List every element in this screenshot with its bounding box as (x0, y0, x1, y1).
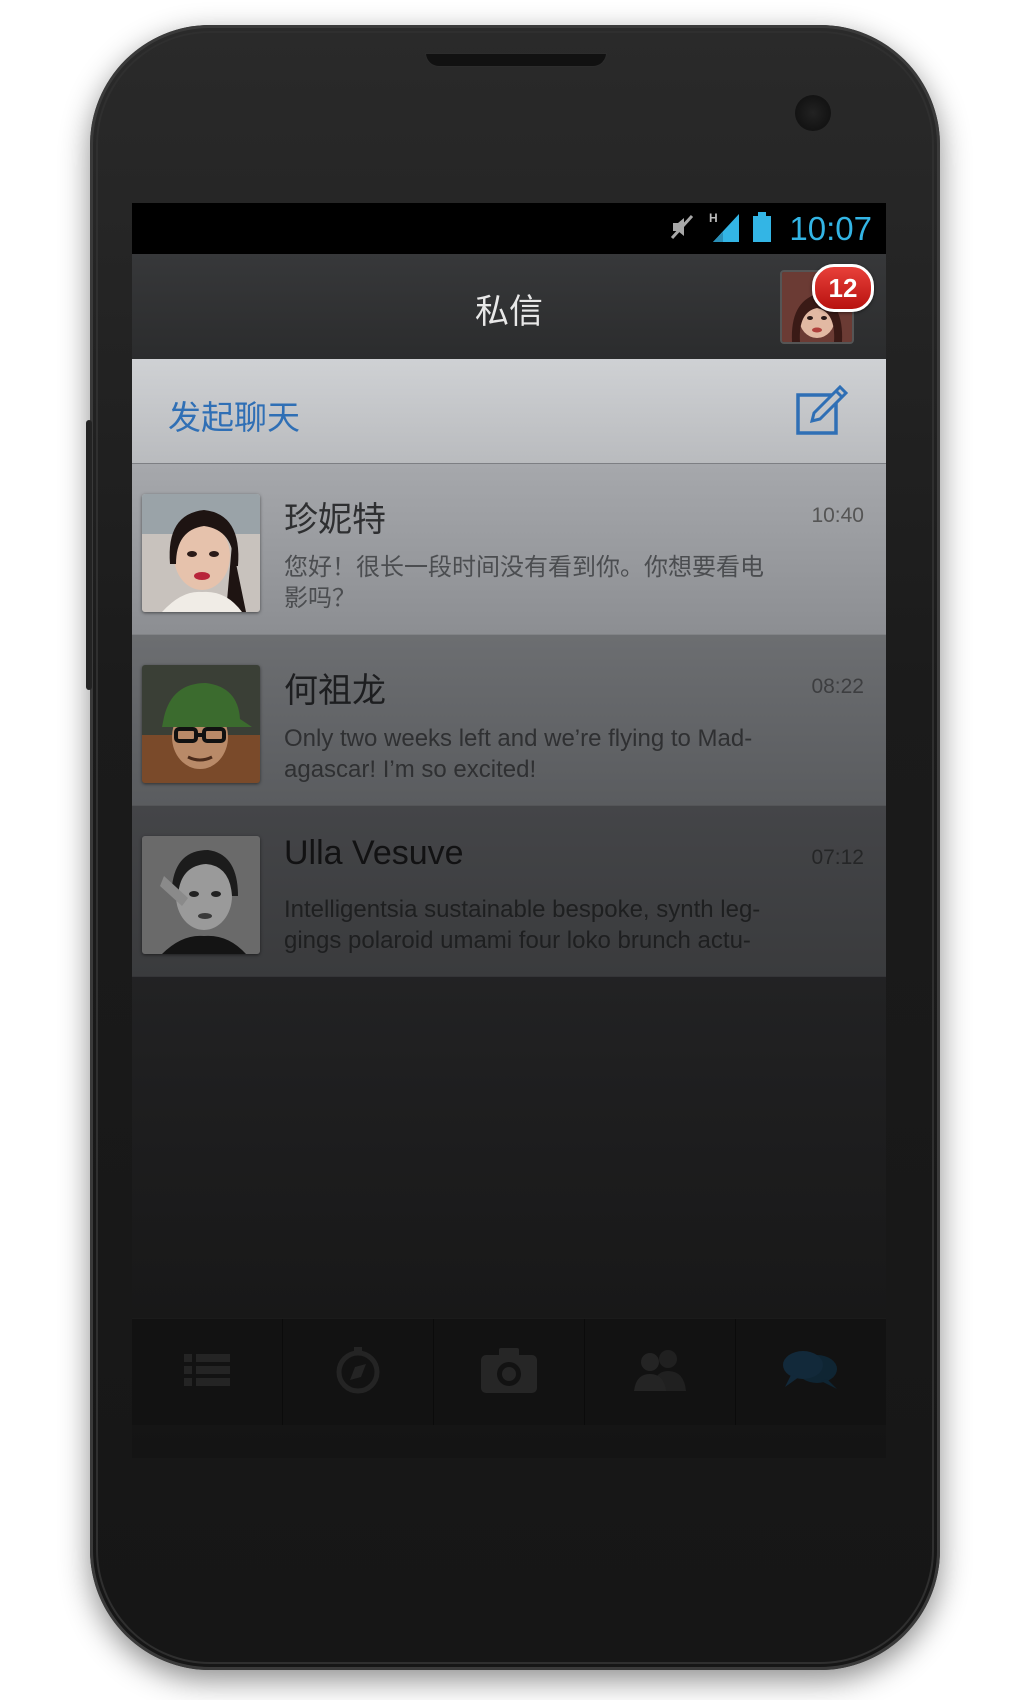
message-preview: Only two weeks left and we’re flying to … (284, 725, 753, 783)
message-time: 08:22 (811, 675, 864, 698)
message-preview: 您好！很长一段时间没有看到你。你想要看电影吗？ (284, 554, 764, 612)
tab-explore[interactable] (283, 1319, 434, 1425)
mute-icon (667, 212, 697, 246)
message-preview: Intelligentsia sustainable bespoke, synt… (284, 896, 761, 954)
message-time: 07:12 (811, 846, 864, 869)
conversation-list: 珍妮特 10:40 您好！很长一段时间没有看到你。你想要看电影吗？ 何祖龙 08… (132, 464, 886, 977)
tab-contacts[interactable] (585, 1319, 736, 1425)
chat-icon (781, 1347, 841, 1397)
side-button (86, 420, 92, 690)
unread-badge: 12 (812, 264, 874, 312)
new-chat-bar[interactable]: 发起聊天 (132, 359, 886, 464)
compose-icon[interactable] (790, 381, 850, 441)
front-camera (795, 95, 831, 131)
status-clock: 10:07 (789, 210, 872, 247)
conversation-row[interactable]: 珍妮特 10:40 您好！很长一段时间没有看到你。你想要看电影吗？ (132, 464, 886, 635)
messages-app: 私信 12 发起聊天 珍妮特 10:40 您好！很长一段时间没有看到你。你想要看… (132, 254, 886, 1458)
new-chat-label: 发起聊天 (168, 398, 300, 437)
list-icon (182, 1350, 232, 1394)
conversation-row[interactable]: 何祖龙 08:22 Only two weeks left and we’re … (132, 635, 886, 806)
camera-icon (479, 1345, 539, 1399)
bottom-tab-bar (132, 1318, 886, 1425)
contact-avatar (142, 494, 260, 612)
status-icons: H 10:07 (667, 210, 872, 248)
contact-avatar (142, 836, 260, 954)
network-type: H (709, 211, 718, 225)
message-time: 10:40 (811, 504, 864, 527)
page-title: 私信 (475, 292, 543, 332)
signal-icon: H (707, 210, 741, 248)
battery-icon (751, 211, 773, 247)
conversation-row[interactable]: Ulla Vesuve 07:12 Intelligentsia sustain… (132, 806, 886, 977)
contact-name: Ulla Vesuve (284, 834, 464, 872)
tab-camera[interactable] (434, 1319, 585, 1425)
title-bar: 私信 12 (132, 254, 886, 360)
screen: H 10:07 私信 12 发起聊天 珍妮特 10:40 您好！很长一段时间没有… (132, 203, 886, 1458)
contact-name: 何祖龙 (284, 672, 386, 710)
contact-avatar (142, 665, 260, 783)
tab-messages[interactable] (736, 1319, 886, 1425)
contact-name: 珍妮特 (284, 501, 386, 539)
compass-icon (333, 1345, 383, 1399)
tab-feed[interactable] (132, 1319, 283, 1425)
status-bar: H 10:07 (132, 203, 886, 253)
earpiece-speaker (425, 53, 607, 67)
people-icon (630, 1347, 690, 1397)
